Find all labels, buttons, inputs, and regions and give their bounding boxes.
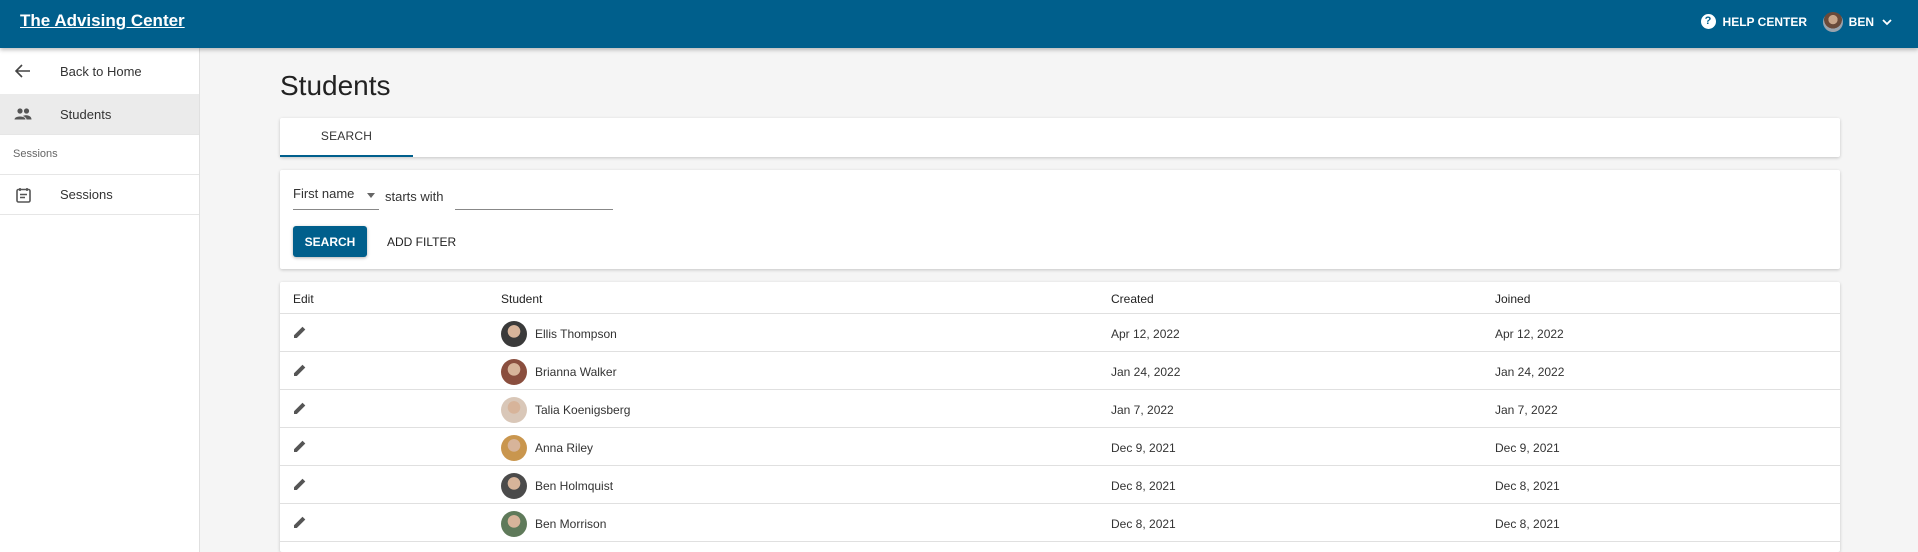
sidebar-item-label: Back to Home bbox=[60, 63, 142, 79]
sidebar-item-sessions[interactable]: Sessions bbox=[0, 174, 199, 215]
created-date: Jan 7, 2022 bbox=[1111, 403, 1174, 417]
filter-operator-label: starts with bbox=[385, 189, 444, 204]
created-date: Dec 8, 2021 bbox=[1111, 517, 1176, 531]
student-name[interactable]: Ben Holmquist bbox=[535, 479, 613, 493]
sidebar: Back to Home Students Sessions Sessions bbox=[0, 48, 200, 552]
student-name[interactable]: Ellis Thompson bbox=[535, 327, 617, 341]
table-row: Ben Holmquist Dec 8, 2021 Dec 8, 2021 bbox=[280, 466, 1840, 504]
table-row: Talia Koenigsberg Jan 7, 2022 Jan 7, 2022 bbox=[280, 390, 1840, 428]
student-name[interactable]: Brianna Walker bbox=[535, 365, 617, 379]
table-row: Ellis Thompson Apr 12, 2022 Apr 12, 2022 bbox=[280, 314, 1840, 352]
sidebar-item-label: Sessions bbox=[60, 187, 113, 202]
table-row: Anna Riley Dec 9, 2021 Dec 9, 2021 bbox=[280, 428, 1840, 466]
page-title: Students bbox=[280, 70, 391, 101]
search-button[interactable]: SEARCH bbox=[293, 226, 367, 257]
brand-link[interactable]: The Advising Center bbox=[20, 11, 185, 31]
sidebar-item-back-home[interactable]: Back to Home bbox=[0, 48, 199, 94]
column-header-student[interactable]: Student bbox=[501, 292, 542, 306]
chevron-down-icon bbox=[1882, 18, 1892, 25]
avatar bbox=[501, 397, 527, 423]
pencil-icon[interactable] bbox=[293, 325, 309, 341]
help-center-label: HELP CENTER bbox=[1722, 14, 1807, 29]
pencil-icon[interactable] bbox=[293, 515, 309, 531]
table-header: Edit Student Created Joined bbox=[280, 282, 1840, 314]
filter-panel: First name starts with SEARCH ADD FILTER bbox=[280, 170, 1840, 269]
pencil-icon[interactable] bbox=[293, 363, 309, 379]
avatar bbox=[501, 359, 527, 385]
student-name[interactable]: Anna Riley bbox=[535, 441, 593, 455]
table-row: Ben Morrison Dec 8, 2021 Dec 8, 2021 bbox=[280, 504, 1840, 542]
pencil-icon[interactable] bbox=[293, 439, 309, 455]
column-header-edit: Edit bbox=[293, 292, 314, 306]
sidebar-item-label: Students bbox=[60, 106, 112, 122]
avatar bbox=[1822, 12, 1843, 32]
joined-date: Jan 7, 2022 bbox=[1495, 403, 1558, 417]
table-row: Brianna Walker Jan 24, 2022 Jan 24, 2022 bbox=[280, 352, 1840, 390]
tab-search[interactable]: SEARCH bbox=[280, 118, 413, 157]
user-name: BEN bbox=[1848, 15, 1874, 29]
help-center-button[interactable]: ? HELP CENTER bbox=[1700, 14, 1807, 29]
joined-date: Dec 8, 2021 bbox=[1495, 517, 1560, 531]
column-header-created[interactable]: Created bbox=[1111, 292, 1154, 306]
top-app-bar: The Advising Center ? HELP CENTER BEN bbox=[0, 0, 1918, 48]
student-name[interactable]: Ben Morrison bbox=[535, 517, 606, 531]
people-icon bbox=[14, 105, 32, 123]
created-date: Apr 12, 2022 bbox=[1111, 327, 1180, 341]
avatar bbox=[501, 321, 527, 347]
user-menu-button[interactable]: BEN bbox=[1822, 12, 1892, 32]
joined-date: Dec 8, 2021 bbox=[1495, 479, 1560, 493]
pencil-icon[interactable] bbox=[293, 401, 309, 417]
joined-date: Jan 24, 2022 bbox=[1495, 365, 1565, 379]
calendar-icon bbox=[14, 186, 32, 204]
arrow-left-icon bbox=[14, 62, 32, 80]
created-date: Jan 24, 2022 bbox=[1111, 365, 1181, 379]
pencil-icon[interactable] bbox=[293, 477, 309, 493]
students-table: Edit Student Created Joined Ellis Thomps… bbox=[280, 282, 1840, 552]
joined-date: Apr 12, 2022 bbox=[1495, 327, 1564, 341]
avatar bbox=[501, 473, 527, 499]
avatar bbox=[501, 511, 527, 537]
joined-date: Dec 9, 2021 bbox=[1495, 441, 1560, 455]
filter-field-value: First name bbox=[293, 186, 355, 201]
student-name[interactable]: Talia Koenigsberg bbox=[535, 403, 630, 417]
sidebar-section-header: Sessions bbox=[13, 148, 58, 160]
dropdown-arrow-icon bbox=[367, 193, 375, 198]
filter-field-select[interactable]: First name bbox=[293, 186, 379, 210]
sidebar-item-students[interactable]: Students bbox=[0, 94, 199, 135]
add-filter-button[interactable]: ADD FILTER bbox=[379, 226, 464, 257]
help-icon: ? bbox=[1700, 14, 1716, 29]
created-date: Dec 8, 2021 bbox=[1111, 479, 1176, 493]
filter-value-input[interactable] bbox=[455, 184, 613, 210]
tab-bar: SEARCH bbox=[280, 118, 1840, 157]
avatar bbox=[501, 435, 527, 461]
column-header-joined[interactable]: Joined bbox=[1495, 292, 1530, 306]
created-date: Dec 9, 2021 bbox=[1111, 441, 1176, 455]
